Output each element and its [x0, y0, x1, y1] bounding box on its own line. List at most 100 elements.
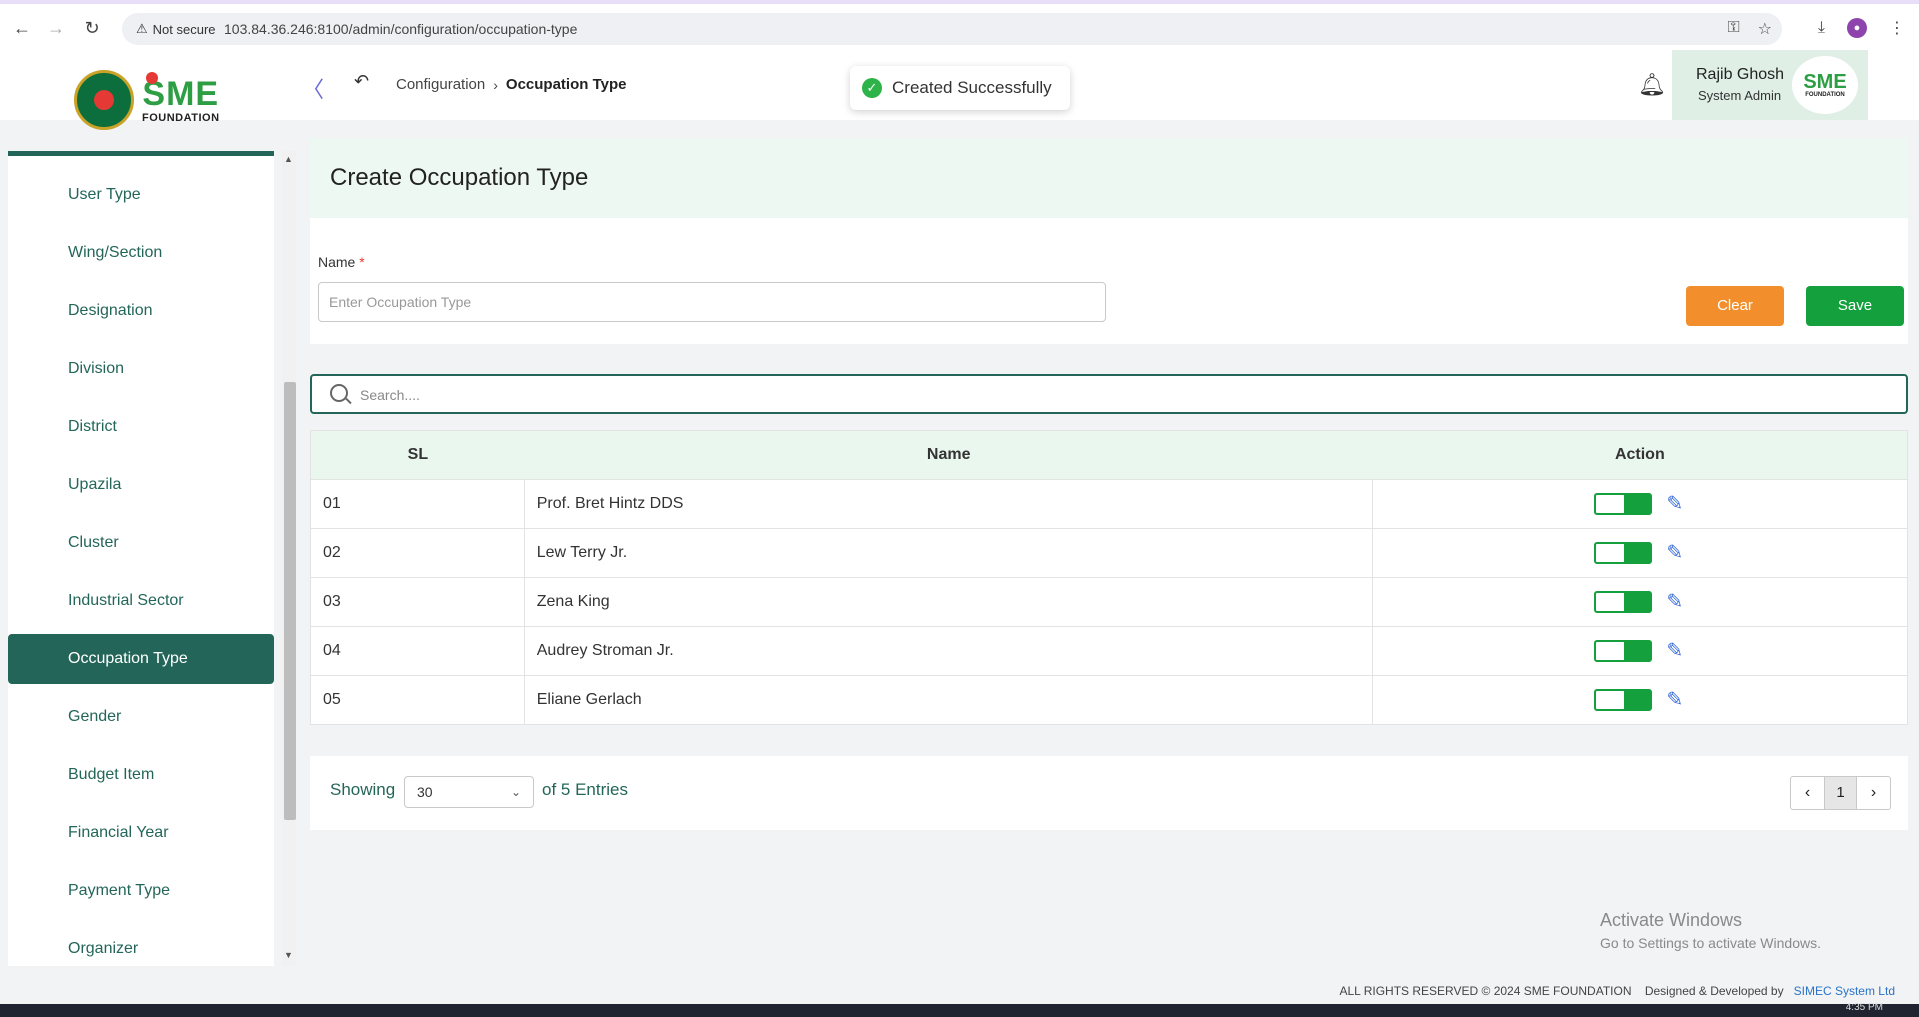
sidebar-item-budget-item[interactable]: Budget Item	[8, 750, 274, 800]
sidebar-item-user-type[interactable]: User Type	[8, 170, 274, 220]
row-sl: 05	[311, 676, 525, 724]
back-arrow-icon[interactable]: ←	[12, 18, 32, 38]
table-header: SL Name Action	[311, 431, 1907, 479]
row-actions: ✎	[1373, 480, 1907, 528]
next-page-chevron-right-icon[interactable]: ›	[1857, 777, 1890, 809]
row-actions: ✎	[1373, 676, 1907, 724]
edit-icon[interactable]: ✎	[1664, 640, 1686, 662]
taskbar-clock: 4:35 PM	[1845, 1002, 1883, 1013]
sidebar-item-gender[interactable]: Gender	[8, 692, 274, 742]
required-marker: *	[359, 254, 365, 270]
row-name: Lew Terry Jr.	[525, 529, 1373, 577]
government-emblem-icon	[74, 70, 134, 130]
notification-bell-icon[interactable]: 🔔︎	[1638, 72, 1666, 98]
sidebar-item-wing-section[interactable]: Wing/Section	[8, 228, 274, 278]
footer: ALL RIGHTS RESERVED © 2024 SME FOUNDATIO…	[0, 976, 1919, 1004]
not-secure-indicator[interactable]: ⚠ Not secure	[136, 21, 216, 37]
scroll-down-arrow-icon[interactable]: ▼	[284, 950, 293, 960]
showing-label: Showing	[330, 780, 396, 799]
avatar[interactable]: SME FOUNDATION	[1792, 56, 1858, 114]
scroll-up-arrow-icon[interactable]: ▲	[284, 154, 293, 164]
status-toggle[interactable]	[1593, 591, 1652, 613]
pagination: ‹ 1 ›	[1790, 776, 1891, 810]
sidebar-scrollbar-thumb[interactable]	[284, 382, 296, 820]
breadcrumb: Configuration › Occupation Type	[396, 76, 626, 93]
sidebar-item-designation[interactable]: Designation	[8, 286, 274, 336]
search-icon	[330, 384, 348, 402]
table-row: 05 Eliane Gerlach ✎	[311, 675, 1907, 724]
row-name: Audrey Stroman Jr.	[525, 627, 1373, 675]
warning-icon: ⚠	[136, 21, 148, 36]
table-row: 03 Zena King ✎	[311, 577, 1907, 626]
user-role: System Admin	[1698, 88, 1782, 103]
check-circle-icon: ✓	[862, 78, 882, 98]
create-form-card: Create Occupation Type Name * Clear Save	[310, 138, 1908, 344]
save-button[interactable]: Save	[1806, 286, 1904, 326]
occupation-name-input[interactable]	[318, 282, 1106, 322]
name-field-label: Name *	[318, 254, 365, 270]
sidebar-item-upazila[interactable]: Upazila	[8, 460, 274, 510]
status-toggle[interactable]	[1593, 542, 1652, 564]
status-toggle[interactable]	[1593, 689, 1652, 711]
key-icon[interactable]: ⚿	[1727, 19, 1739, 39]
star-icon[interactable]: ☆	[1758, 19, 1772, 39]
logo[interactable]: SME FOUNDATION	[74, 68, 234, 132]
edit-icon[interactable]: ✎	[1664, 689, 1686, 711]
footer-company-link[interactable]: SIMEC System Ltd	[1794, 984, 1895, 998]
toast-message: Created Successfully	[892, 78, 1052, 97]
sme-foundation-logo: SME FOUNDATION	[142, 72, 220, 124]
occupation-type-table: SL Name Action 01 Prof. Bret Hintz DDS ✎…	[310, 430, 1908, 725]
edit-icon[interactable]: ✎	[1664, 591, 1686, 613]
download-icon[interactable]: ⤓	[1818, 19, 1825, 37]
edit-icon[interactable]: ✎	[1664, 542, 1686, 564]
browser-toolbar: ← → ↻ ⚠ Not secure 103.84.36.246:8100/ad…	[0, 0, 1919, 50]
kebab-menu-icon[interactable]: ⋮	[1889, 18, 1905, 38]
sidebar-item-division[interactable]: Division	[8, 344, 274, 394]
footer-designed-by: Designed & Developed by	[1644, 984, 1784, 998]
row-sl: 02	[311, 529, 525, 577]
row-actions: ✎	[1373, 578, 1907, 626]
page-number-current[interactable]: 1	[1824, 777, 1857, 809]
row-actions: ✎	[1373, 529, 1907, 577]
table-row: 02 Lew Terry Jr. ✎	[311, 528, 1907, 577]
breadcrumb-configuration[interactable]: Configuration	[396, 76, 485, 93]
address-bar[interactable]: ⚠ Not secure 103.84.36.246:8100/admin/co…	[122, 13, 1782, 45]
user-name: Rajib Ghosh	[1696, 66, 1785, 83]
breadcrumb-current: Occupation Type	[505, 76, 627, 93]
status-toggle[interactable]	[1593, 493, 1652, 515]
user-profile-card[interactable]: Rajib Ghosh System Admin SME FOUNDATION	[1672, 50, 1868, 120]
chevron-down-icon: ⌄	[510, 785, 521, 799]
clear-button[interactable]: Clear	[1686, 286, 1784, 326]
sidebar-item-payment-type[interactable]: Payment Type	[8, 866, 274, 916]
sidebar-item-financial-year[interactable]: Financial Year	[8, 808, 274, 858]
row-sl: 01	[311, 480, 525, 528]
search-box[interactable]	[310, 374, 1908, 414]
sidebar-collapse-chevron-icon[interactable]: 〈	[302, 72, 324, 104]
form-header: Create Occupation Type	[310, 138, 1908, 218]
sidebar-item-district[interactable]: District	[8, 402, 274, 452]
reload-icon[interactable]: ↻	[82, 18, 102, 38]
row-sl: 03	[311, 578, 525, 626]
profile-icon[interactable]: ●	[1847, 18, 1867, 38]
column-header-name: Name	[926, 446, 971, 463]
prev-page-chevron-left-icon[interactable]: ‹	[1791, 777, 1824, 809]
table-row: 01 Prof. Bret Hintz DDS ✎	[311, 479, 1907, 528]
page-size-select[interactable]: 30 ⌄	[404, 776, 534, 808]
entries-count: of 5 Entries	[542, 780, 628, 799]
chevron-right-icon: ›	[493, 76, 498, 93]
row-sl: 04	[311, 627, 525, 675]
os-taskbar: 4:35 PM	[0, 1002, 1919, 1017]
search-input[interactable]	[360, 384, 1860, 406]
back-return-icon[interactable]: ↶	[354, 71, 369, 92]
sidebar-item-industrial-sector[interactable]: Industrial Sector	[8, 576, 274, 626]
sidebar-item-occupation-type[interactable]: Occupation Type	[8, 634, 274, 684]
sidebar: User Type Wing/Section Designation Divis…	[8, 151, 274, 966]
sidebar-item-organizer[interactable]: Organizer	[8, 924, 274, 966]
url-text[interactable]: 103.84.36.246:8100/admin/configuration/o…	[224, 21, 577, 37]
edit-icon[interactable]: ✎	[1664, 493, 1686, 515]
row-name: Eliane Gerlach	[525, 676, 1373, 724]
sidebar-item-cluster[interactable]: Cluster	[8, 518, 274, 568]
forward-arrow-icon[interactable]: →	[46, 18, 66, 38]
status-toggle[interactable]	[1593, 640, 1652, 662]
column-header-action: Action	[1614, 446, 1665, 463]
